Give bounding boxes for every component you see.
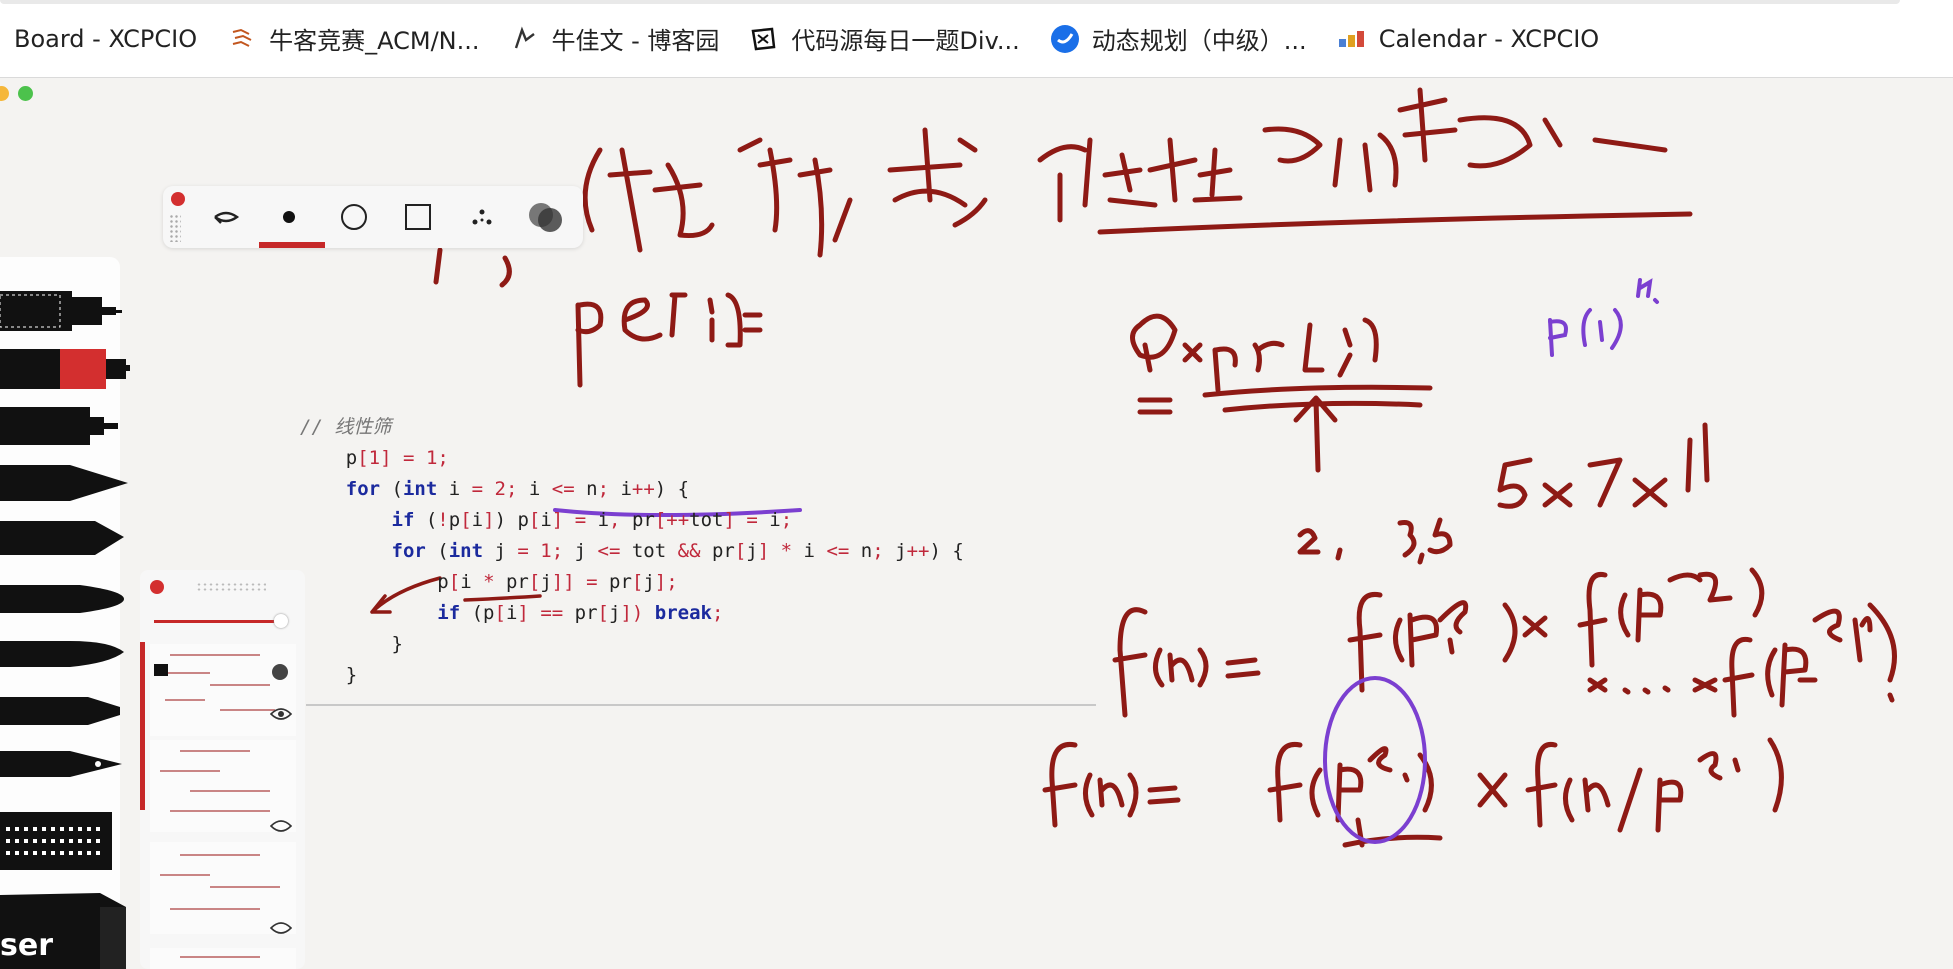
page-slider-track[interactable]	[154, 620, 284, 623]
scatter-icon[interactable]	[461, 196, 503, 238]
drag-handle-icon[interactable]	[196, 582, 266, 592]
code-line: p[i * pr[j]] = pr[j];	[437, 571, 678, 593]
drag-handle-icon[interactable]	[169, 214, 181, 242]
eye-hidden-icon[interactable]	[269, 818, 293, 832]
calligraphy-brush-icon[interactable]	[0, 641, 124, 667]
fountain-pen-icon[interactable]	[0, 751, 122, 777]
dot-pen-icon[interactable]	[268, 196, 310, 238]
color-thumb-icon	[272, 664, 288, 680]
lasso-icon[interactable]	[205, 196, 247, 238]
page-slider-handle[interactable]	[274, 614, 288, 628]
code-line: if (p[i] == pr[j]) break;	[437, 602, 724, 624]
code-line: if (!p[i]) p[i] = i, pr[++tot] = i;	[391, 509, 793, 531]
pen-palette	[0, 257, 130, 969]
eye-hidden-icon[interactable]	[269, 920, 293, 934]
code-line: for (int j = 1; j <= tot && pr[j] * i <=…	[391, 540, 964, 562]
brush-pen-icon[interactable]	[0, 465, 128, 501]
code-line: p[1] = 1;	[345, 447, 449, 469]
page-thumbnail-4[interactable]	[150, 948, 296, 969]
code-snippet: // 线性筛 p[1] = 1; for (int i = 2; i <= n;…	[300, 412, 964, 691]
crayon-icon[interactable]	[0, 697, 120, 725]
checker-marker-icon[interactable]	[0, 291, 122, 331]
code-comment: // 线性筛	[300, 416, 392, 438]
page-thumbnail-1[interactable]	[150, 644, 296, 736]
selected-tool-indicator	[259, 242, 325, 248]
divider	[306, 704, 1096, 706]
pen-thumb-icon	[154, 664, 168, 676]
eye-visible-icon[interactable]	[269, 706, 293, 720]
dotted-pen-icon[interactable]	[0, 812, 112, 870]
round-brush-icon[interactable]	[0, 585, 124, 613]
color-blend-icon[interactable]	[525, 196, 567, 238]
chisel-marker-icon[interactable]	[0, 521, 124, 555]
page-thumbnails-panel	[140, 570, 305, 969]
red-marker-icon[interactable]	[0, 349, 130, 389]
eraser-label: ser	[0, 928, 53, 963]
current-page-indicator	[140, 642, 145, 810]
close-dot-icon[interactable]	[150, 580, 164, 594]
fineliner-icon[interactable]	[0, 407, 118, 445]
drawing-toolbar	[163, 186, 583, 248]
code-line: }	[391, 633, 403, 655]
square-shape-icon[interactable]	[397, 196, 439, 238]
close-dot-icon[interactable]	[171, 192, 185, 206]
code-line: }	[345, 664, 358, 686]
circle-shape-icon[interactable]	[333, 196, 375, 238]
code-line: for (int i = 2; i <= n; i++) {	[345, 478, 690, 500]
